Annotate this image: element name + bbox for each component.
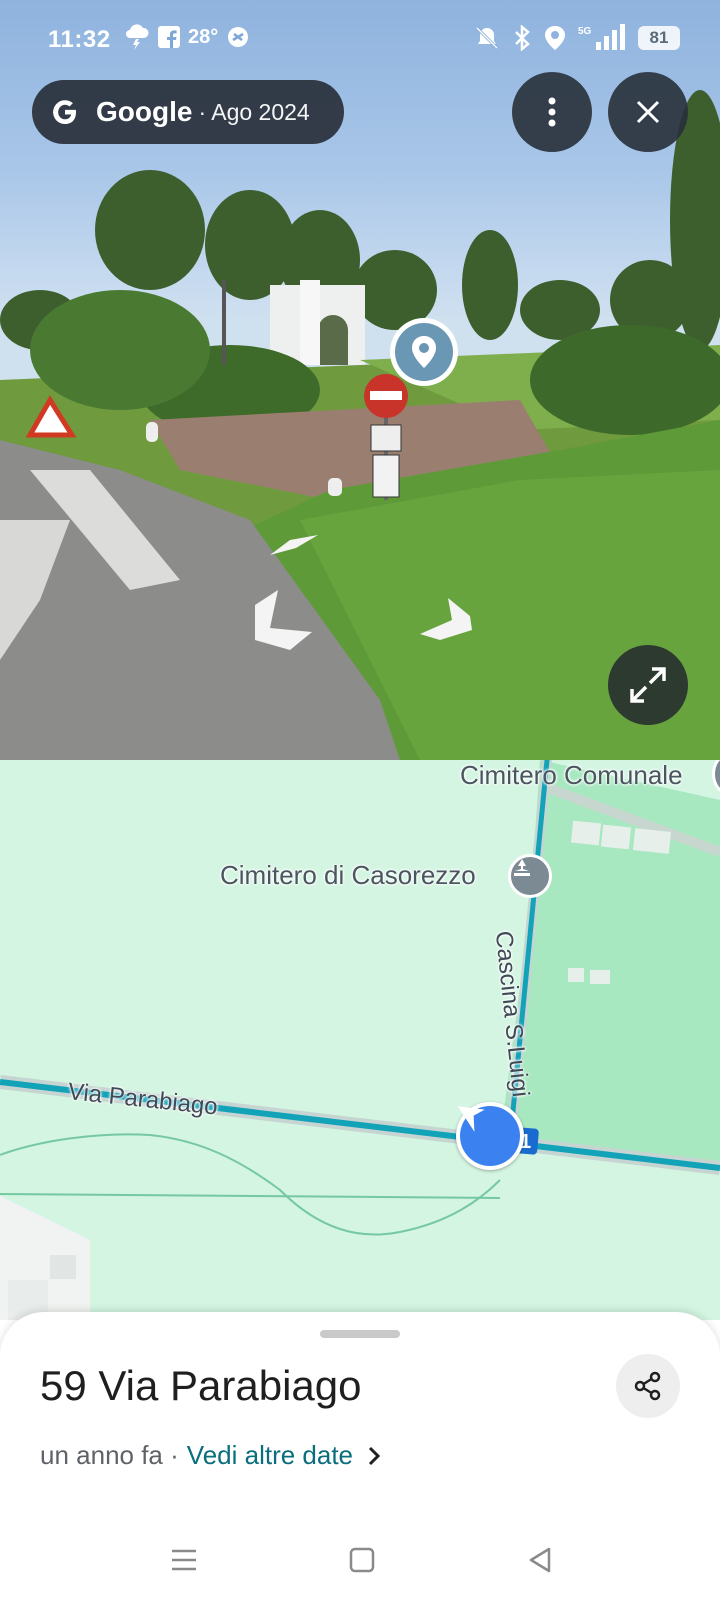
map-view[interactable]: 1 Cimitero Comunale Cimitero di Casorezz… — [0, 760, 720, 1320]
nav-arrow-forward[interactable] — [270, 535, 318, 555]
back-triangle-icon — [529, 1547, 551, 1573]
cemetery-icon — [514, 859, 530, 876]
close-icon — [636, 100, 660, 124]
map-canvas[interactable]: 1 — [0, 760, 720, 1320]
home-button[interactable] — [342, 1540, 382, 1580]
5g-signal-icon: 5G — [578, 24, 625, 50]
location-icon — [545, 26, 565, 50]
google-logo-icon — [53, 100, 76, 124]
sheet-drag-handle[interactable] — [320, 1330, 400, 1338]
share-icon — [634, 1371, 661, 1401]
back-button[interactable] — [520, 1540, 560, 1580]
more-options-button[interactable] — [512, 72, 592, 152]
imagery-age-text: un anno fa · — [40, 1440, 179, 1470]
more-vert-icon — [548, 97, 556, 127]
status-bar: 11:32 28° 5G 81 — [0, 0, 720, 80]
status-time: 11:32 — [48, 26, 111, 53]
nav-arrow-back-left[interactable] — [255, 590, 312, 650]
cemetery-poi-marker[interactable] — [508, 854, 552, 898]
share-button[interactable] — [616, 1354, 680, 1418]
chevron-right-icon[interactable] — [367, 1445, 381, 1467]
imagery-date: · Ago 2024 — [198, 98, 310, 125]
expand-icon — [630, 667, 666, 703]
close-button[interactable] — [608, 72, 688, 152]
see-more-dates-link[interactable]: Vedi altre date — [187, 1440, 353, 1471]
google-brand-label: Google — [96, 96, 193, 127]
status-icons-left: 28° — [124, 24, 250, 50]
battery-indicator: 81 — [638, 26, 680, 50]
home-square-icon — [349, 1547, 375, 1573]
fullscreen-button[interactable] — [608, 645, 688, 725]
label-cimitero-casorezzo[interactable]: Cimitero di Casorezzo — [220, 860, 476, 891]
menu-lines-icon — [172, 1549, 196, 1571]
svg-text:5G: 5G — [578, 26, 592, 37]
thunderstorm-icon — [126, 24, 149, 50]
current-position-marker[interactable] — [456, 1102, 524, 1170]
bell-muted-icon — [475, 26, 499, 50]
nav-arrow-right[interactable] — [420, 598, 472, 640]
imagery-info-chip[interactable]: Google · Ago 2024 — [32, 80, 344, 144]
system-nav-bar — [0, 1520, 720, 1604]
facebook-icon — [158, 26, 180, 48]
navigation-arrow-icon — [457, 1106, 485, 1132]
recents-button[interactable] — [164, 1540, 204, 1580]
status-temperature: 28° — [188, 25, 219, 48]
panorama-pin-icon[interactable] — [390, 318, 458, 386]
label-cimitero-comunale[interactable]: Cimitero Comunale — [460, 760, 683, 791]
status-icons-right: 5G 81 — [474, 24, 680, 52]
place-title: 59 Via Parabiago — [40, 1362, 362, 1409]
imagery-age-row: un anno fa · Vedi altre date — [40, 1440, 381, 1471]
bluetooth-icon — [515, 25, 530, 51]
sync-icon — [228, 27, 249, 47]
cemetery-area — [500, 760, 720, 1170]
